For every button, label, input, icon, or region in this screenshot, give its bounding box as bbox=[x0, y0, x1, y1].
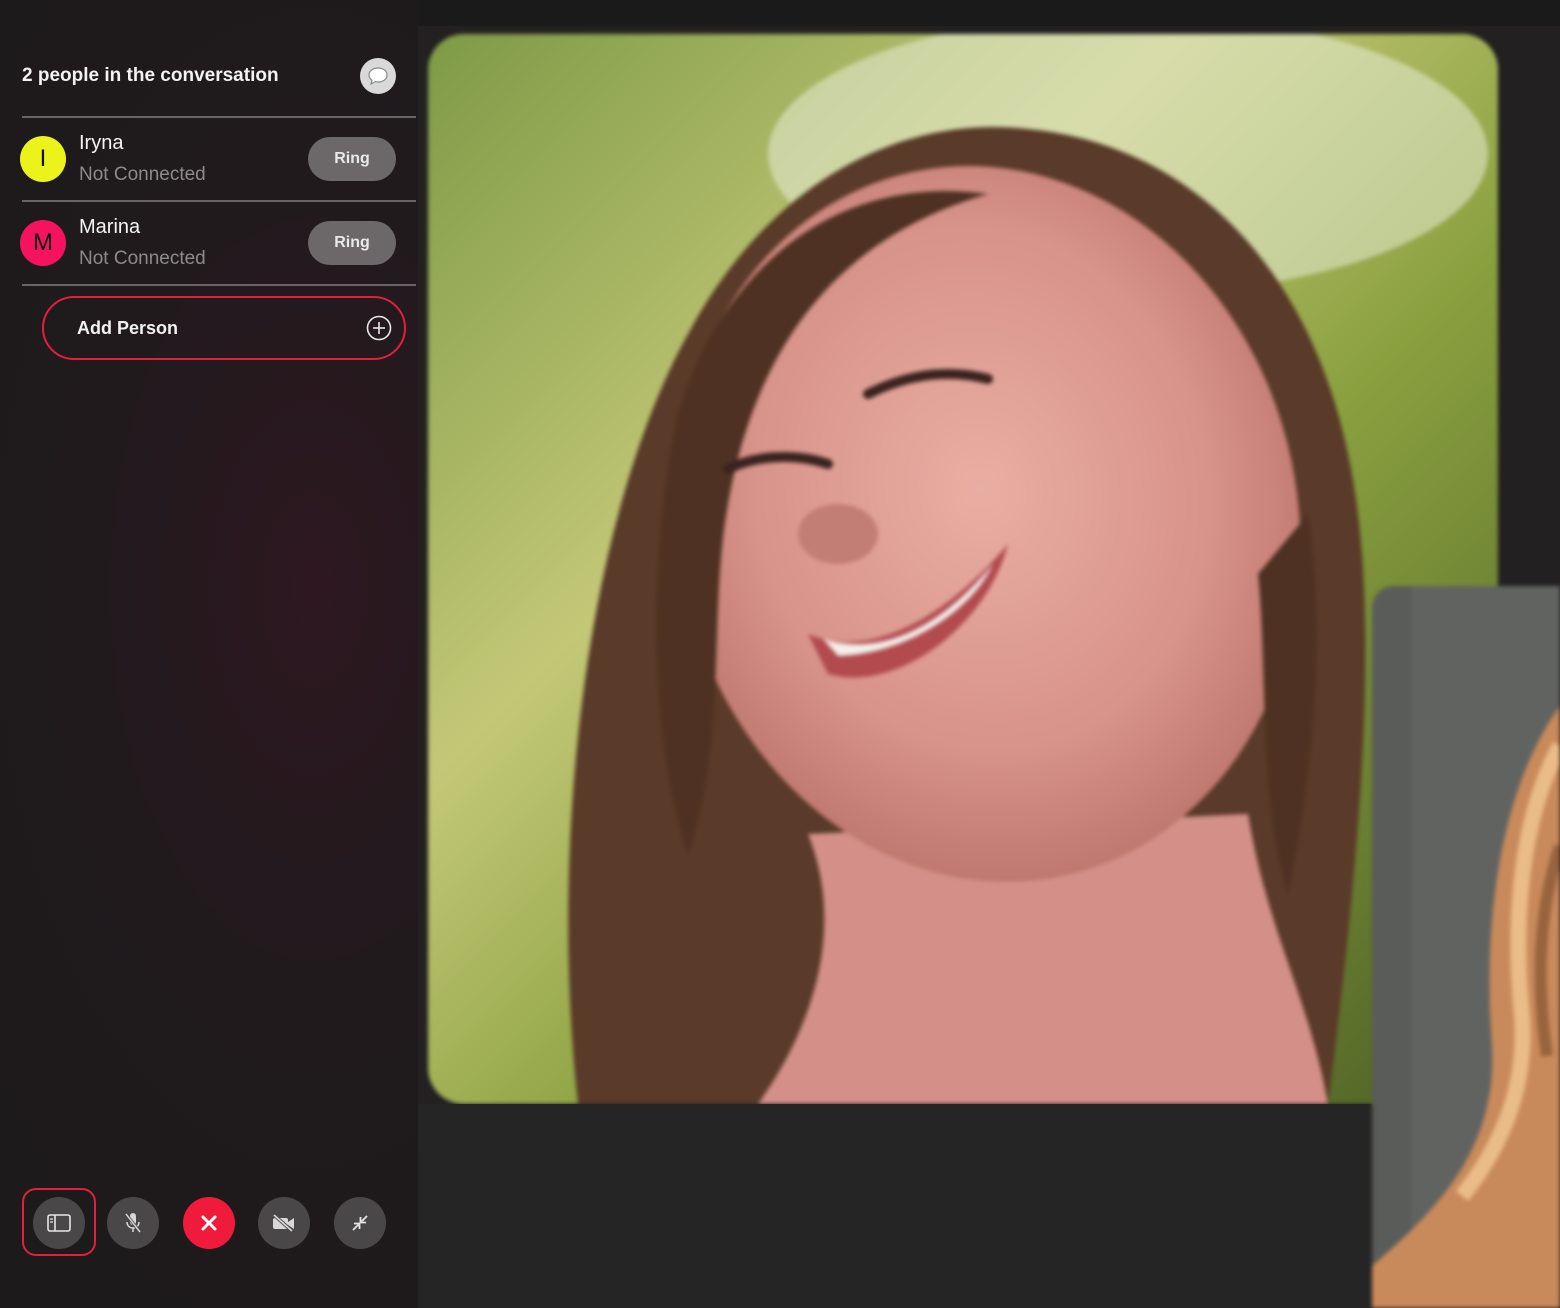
add-person-label: Add Person bbox=[77, 317, 179, 338]
add-person-button[interactable]: Add Person bbox=[42, 296, 406, 360]
mute-button[interactable] bbox=[107, 1197, 159, 1249]
avatar-initial: I bbox=[39, 145, 47, 172]
sidebar-header: 2 people in the conversation bbox=[22, 52, 396, 100]
end-call-button[interactable] bbox=[183, 1197, 235, 1249]
minimize-button[interactable] bbox=[334, 1197, 386, 1249]
participant-info: Marina Not Connected bbox=[79, 216, 308, 270]
video-bottom-bar bbox=[418, 1104, 1372, 1308]
video-off-icon bbox=[272, 1213, 294, 1233]
messages-button[interactable] bbox=[360, 58, 396, 94]
remote-video-feed bbox=[428, 34, 1498, 1104]
ring-button[interactable]: Ring bbox=[308, 137, 396, 181]
divider bbox=[22, 284, 416, 286]
facetime-call-window: 2 people in the conversation I Iryna Not… bbox=[0, 0, 1560, 1308]
video-area bbox=[418, 0, 1560, 1308]
speech-bubble-icon bbox=[368, 67, 388, 86]
sidebar-toggle-button[interactable] bbox=[33, 1197, 85, 1249]
participant-name: Iryna bbox=[79, 132, 124, 154]
call-controls bbox=[0, 1188, 418, 1258]
participant-status: Not Connected bbox=[79, 248, 206, 269]
participant-status: Not Connected bbox=[79, 164, 206, 185]
avatar: I bbox=[20, 136, 66, 182]
video-toggle-button[interactable] bbox=[258, 1197, 310, 1249]
microphone-muted-icon bbox=[124, 1213, 142, 1233]
avatar: M bbox=[20, 220, 66, 266]
close-icon bbox=[201, 1215, 217, 1231]
remote-video-image bbox=[428, 34, 1498, 1104]
avatar-initial: M bbox=[33, 229, 53, 256]
self-view-image bbox=[1372, 586, 1560, 1308]
self-view-video bbox=[1372, 586, 1560, 1308]
collapse-arrows-icon bbox=[352, 1215, 368, 1231]
participant-row-marina: M Marina Not Connected Ring bbox=[20, 202, 396, 284]
participant-row-iryna: I Iryna Not Connected Ring bbox=[20, 118, 396, 200]
participant-name: Marina bbox=[79, 216, 141, 238]
plus-circle-icon bbox=[366, 315, 392, 341]
participants-sidebar: 2 people in the conversation I Iryna Not… bbox=[0, 0, 418, 1308]
sidebar-icon bbox=[47, 1214, 71, 1232]
video-top-strip bbox=[418, 0, 1560, 26]
ring-button[interactable]: Ring bbox=[308, 221, 396, 265]
people-count-label: 2 people in the conversation bbox=[22, 65, 279, 86]
participant-info: Iryna Not Connected bbox=[79, 132, 308, 186]
